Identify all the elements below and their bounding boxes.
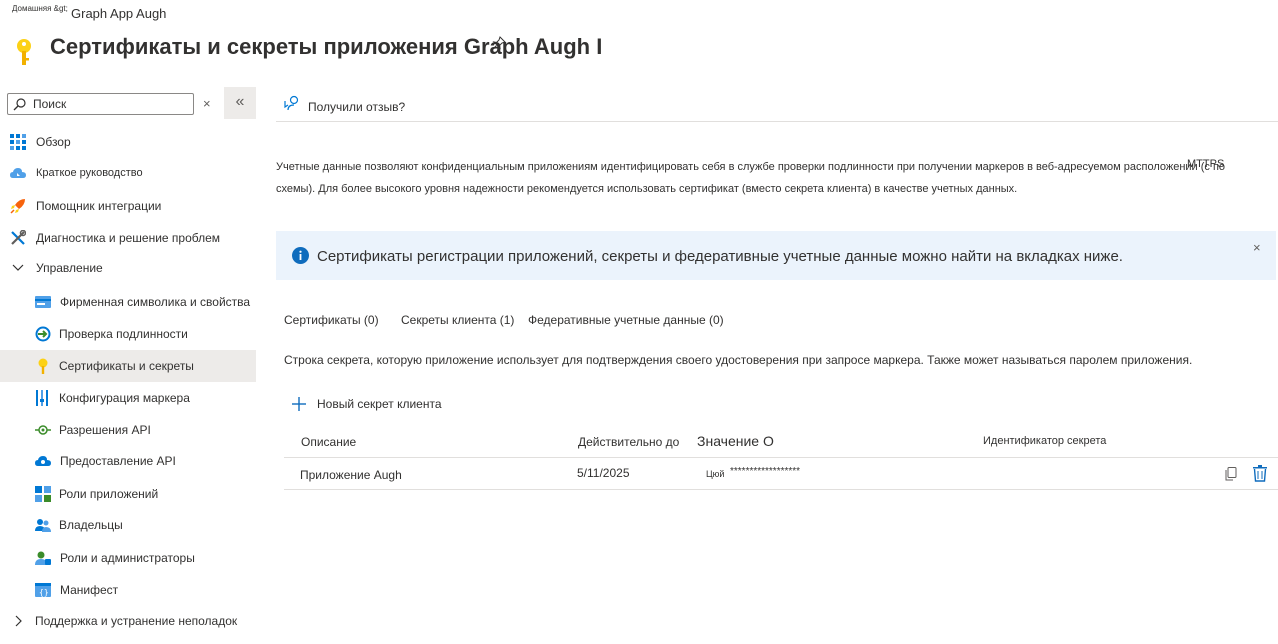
sidebar-item-manifest[interactable]: {} Манифест: [0, 574, 256, 606]
description-line-2: схемы). Для более высокого уровня надежн…: [276, 183, 1018, 195]
sidebar-item-integration-assistant[interactable]: Помощник интеграции: [0, 190, 256, 222]
toolbar-divider: [276, 121, 1278, 122]
add-icon[interactable]: [291, 396, 307, 412]
sidebar-item-label: Проверка подлинности: [59, 327, 188, 341]
sidebar-item-label: Фирменная символика и свойства: [60, 295, 251, 309]
chevron-right-icon: [15, 615, 22, 627]
rocket-icon: [10, 199, 25, 214]
roles-admins-icon: [35, 551, 51, 565]
pin-icon[interactable]: [492, 36, 506, 50]
column-header-description: Описание: [301, 435, 357, 449]
column-header-expires: Действительно до: [578, 435, 680, 449]
delete-icon[interactable]: [1253, 465, 1267, 482]
secret-description-cell: Приложение Augh: [300, 468, 402, 482]
secrets-description: Строка секрета, которую приложение испол…: [284, 353, 1193, 367]
tab-client-secrets[interactable]: Секреты клиента (1): [401, 313, 514, 327]
svg-text:{}: {}: [39, 588, 49, 597]
search-box[interactable]: [7, 93, 194, 115]
feedback-icon[interactable]: [284, 95, 301, 111]
close-icon[interactable]: ×: [1253, 240, 1261, 255]
cloud-api-icon: [35, 456, 51, 466]
manifest-icon: {}: [35, 583, 51, 597]
sidebar-item-diagnose[interactable]: Диагностика и решение проблем: [0, 222, 256, 254]
sidebar-item-owners[interactable]: Владельцы: [0, 509, 256, 541]
table-header-divider: [284, 457, 1278, 458]
sidebar-item-app-roles[interactable]: Роли приложений: [0, 478, 256, 510]
token-bars-icon: [36, 390, 48, 406]
sidebar-item-label: Поддержка и устранение неполадок: [35, 614, 238, 628]
sidebar-item-overview[interactable]: Обзор: [0, 126, 256, 158]
sidebar-item-label: Владельцы: [59, 518, 123, 532]
tab-certificates[interactable]: Сертификаты (0): [284, 313, 379, 327]
column-header-value: Значение О: [697, 433, 774, 449]
tools-icon: [11, 230, 26, 245]
chevron-down-icon: [12, 264, 24, 271]
credentials-description: Учетные данные позволяют конфиденциальны…: [276, 156, 1236, 200]
branding-card-icon: [35, 296, 51, 308]
collapse-sidebar-button[interactable]: «: [224, 87, 256, 119]
sidebar-item-branding[interactable]: Фирменная символика и свойства: [0, 286, 256, 318]
secret-expires-cell: 5/11/2025: [577, 466, 630, 480]
page-title: Сертификаты и секреты приложения Graph A…: [50, 34, 603, 59]
sidebar-item-api-permissions[interactable]: Разрешения API: [0, 414, 256, 446]
sidebar-item-label: Разрешения API: [59, 423, 151, 437]
sidebar-item-label: Роли и администраторы: [60, 551, 195, 565]
sidebar-item-label: Манифест: [60, 583, 119, 597]
sidebar-item-label: Обзор: [36, 135, 71, 149]
api-permissions-icon: [35, 425, 51, 435]
sidebar-item-label: Конфигурация маркера: [59, 391, 190, 405]
table-row-divider: [284, 489, 1278, 490]
info-icon: [292, 247, 309, 264]
key-icon: [38, 358, 48, 374]
sidebar-item-label: Роли приложений: [59, 487, 159, 501]
overview-grid-icon: [10, 134, 26, 150]
authentication-icon: [35, 326, 51, 342]
sidebar-item-label: Управление: [36, 261, 103, 275]
sidebar-item-token-configuration[interactable]: Конфигурация маркера: [0, 382, 256, 414]
sidebar-item-authentication[interactable]: Проверка подлинности: [0, 318, 256, 350]
secret-value-prefix: Цюй: [706, 469, 725, 479]
description-overflow-text: МТТPS: [1187, 158, 1225, 170]
search-input[interactable]: [33, 96, 183, 112]
new-client-secret-button[interactable]: Новый секрет клиента: [317, 397, 442, 411]
feedback-button[interactable]: Получили отзыв?: [308, 100, 405, 114]
sidebar-item-manage[interactable]: Управление: [0, 252, 256, 284]
search-icon: [13, 98, 26, 111]
app-roles-icon: [35, 486, 51, 502]
sidebar-item-expose-api[interactable]: Предоставление API: [0, 445, 256, 477]
sidebar-item-roles-admins[interactable]: Роли и администраторы: [0, 542, 256, 574]
sidebar-item-label: Диагностика и решение проблем: [36, 231, 221, 245]
sidebar-item-label: Помощник интеграции: [36, 199, 162, 213]
sidebar-item-certificates-secrets[interactable]: Сертификаты и секреты: [0, 350, 256, 382]
sidebar-item-quickstart[interactable]: Краткое руководство: [0, 157, 256, 189]
secret-value-cell: ******************: [730, 466, 801, 477]
breadcrumb-app[interactable]: Graph App Augh: [71, 6, 166, 21]
breadcrumb-home[interactable]: Домашняя &gt;: [12, 4, 68, 13]
info-banner-text: Сертификаты регистрации приложений, секр…: [317, 248, 1123, 265]
sidebar-item-support[interactable]: Поддержка и устранение неполадок: [0, 605, 256, 637]
sidebar-item-label: Сертификаты и секреты: [59, 359, 194, 373]
sidebar-item-label: Предоставление API: [60, 454, 176, 468]
clear-search-icon[interactable]: ×: [203, 96, 211, 111]
copy-icon[interactable]: [1225, 467, 1237, 481]
cloud-quickstart-icon: [10, 168, 26, 178]
sidebar-item-label: Краткое руководство: [36, 167, 143, 179]
key-icon: [17, 39, 31, 65]
owners-icon: [35, 519, 51, 532]
tab-federated-credentials[interactable]: Федеративные учетные данные (0): [528, 313, 724, 327]
description-line-1: Учетные данные позволяют конфиденциальны…: [276, 161, 1226, 173]
column-header-secret-id: Идентификатор секрета: [983, 435, 1107, 447]
